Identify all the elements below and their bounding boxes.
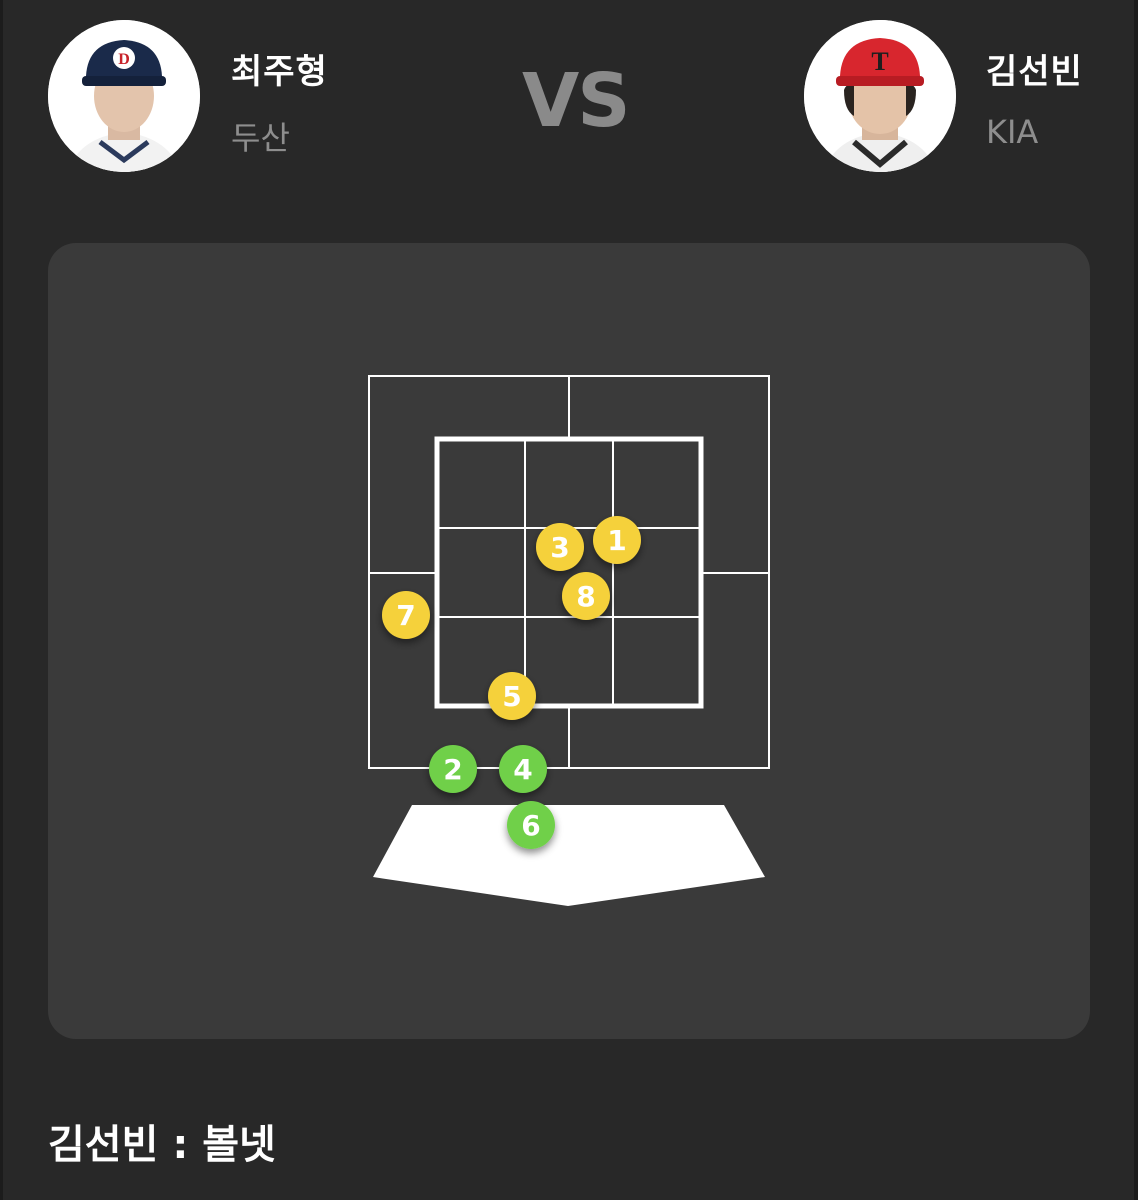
pitch-marker-1[interactable]: 1 — [593, 516, 641, 564]
pitch-location-panel: 1 2 3 4 5 6 7 8 — [48, 243, 1090, 1039]
home-plate — [373, 805, 765, 906]
pitch-marker-5[interactable]: 5 — [488, 672, 536, 720]
pitcher-name: 최주형 — [231, 52, 328, 92]
batter-photo-icon: T — [804, 20, 956, 172]
pitch-number: 1 — [607, 524, 626, 557]
batter-avatar[interactable]: T — [804, 20, 956, 172]
svg-text:T: T — [871, 47, 888, 76]
pitch-number: 5 — [502, 680, 521, 713]
pitch-marker-7[interactable]: 7 — [382, 591, 430, 639]
pitcher-team: 두산 — [231, 119, 290, 157]
batter-name: 김선빈 — [986, 52, 1083, 92]
pitch-marker-8[interactable]: 8 — [562, 572, 610, 620]
vs-label: VS — [522, 58, 631, 144]
svg-text:D: D — [118, 51, 130, 68]
pitch-markers: 1 2 3 4 5 6 7 8 — [382, 516, 641, 849]
strike-zone-chart: 1 2 3 4 5 6 7 8 — [368, 375, 770, 906]
pitcher-avatar[interactable]: D — [48, 20, 200, 172]
strike-zone — [434, 436, 704, 709]
pitch-marker-6[interactable]: 6 — [507, 801, 555, 849]
right-edge — [1134, 0, 1138, 1200]
pitch-number: 6 — [521, 809, 540, 842]
batter-team: KIA — [986, 113, 1039, 151]
left-edge — [0, 0, 3, 1200]
pitch-marker-3[interactable]: 3 — [536, 523, 584, 571]
pitch-marker-2[interactable]: 2 — [429, 745, 477, 793]
at-bat-result: 김선빈 : 볼넷 — [48, 1122, 276, 1168]
pitcher-photo-icon: D — [48, 20, 200, 172]
pitch-number: 8 — [576, 580, 595, 613]
pitch-number: 3 — [550, 531, 569, 564]
pitch-number: 4 — [513, 753, 532, 786]
outer-zone — [368, 375, 770, 769]
pitch-number: 2 — [443, 753, 462, 786]
pitch-marker-4[interactable]: 4 — [499, 745, 547, 793]
pitch-number: 7 — [396, 599, 415, 632]
